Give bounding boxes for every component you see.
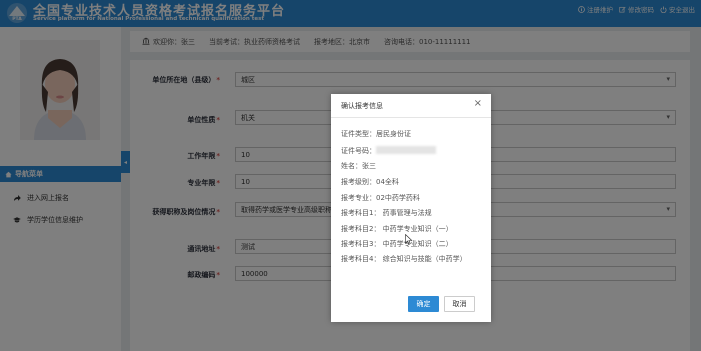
dialog-level: 报考级别：04全科 bbox=[341, 178, 399, 186]
redacted-id-number bbox=[376, 146, 436, 154]
mouse-cursor-icon bbox=[405, 234, 413, 245]
dialog-subject-4: 报考科目4： 综合知识与技能（中药学） bbox=[341, 255, 467, 263]
dialog-subject-1: 报考科目1： 药事管理与法规 bbox=[341, 209, 432, 217]
dialog-id-number-label: 证件号码： bbox=[341, 147, 376, 155]
dialog-id-type: 证件类型：居民身份证 bbox=[341, 130, 411, 138]
close-icon[interactable]: × bbox=[474, 98, 482, 109]
dialog-title: 确认报考信息 bbox=[341, 102, 383, 110]
cancel-button[interactable]: 取消 bbox=[444, 296, 475, 312]
dialog-id-number: 证件号码： bbox=[341, 146, 436, 156]
dialog-name: 姓名：张三 bbox=[341, 162, 376, 170]
dialog-subject-2: 报考科目2： 中药学专业知识（一） bbox=[341, 225, 453, 233]
dialog-subject-3: 报考科目3： 中药学专业知识（二） bbox=[341, 240, 453, 248]
dialog-major: 报考专业：02中药学药科 bbox=[341, 194, 420, 202]
confirm-registration-dialog: 确认报考信息 × 证件类型：居民身份证 证件号码： 姓名：张三 报考级别：04全… bbox=[331, 94, 491, 322]
dialog-divider bbox=[331, 117, 491, 118]
confirm-button[interactable]: 确定 bbox=[408, 296, 439, 312]
